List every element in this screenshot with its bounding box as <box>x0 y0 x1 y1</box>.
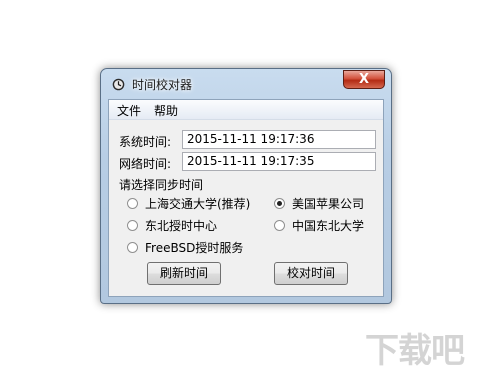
radio-indicator <box>127 241 138 253</box>
menu-file[interactable]: 文件 <box>117 102 141 119</box>
system-time-label: 系统时间: <box>119 135 172 149</box>
client-area: 文件 帮助 系统时间: 2015-11-11 19:17:36 网络时间: 20… <box>108 99 384 297</box>
network-time-label: 网络时间: <box>119 157 172 171</box>
calibrate-time-button[interactable]: 校对时间 <box>274 262 348 285</box>
radio-freebsd[interactable]: FreeBSD授时服务 <box>127 240 244 255</box>
radio-label: 东北授时中心 <box>145 218 218 233</box>
radio-label: 上海交通大学(推荐) <box>145 196 251 211</box>
radio-northeast-time-center[interactable]: 东北授时中心 <box>127 218 218 233</box>
menu-bar: 文件 帮助 <box>109 100 383 120</box>
radio-indicator <box>127 197 138 209</box>
watermark-logo: 下载吧 <box>365 331 465 371</box>
menu-help[interactable]: 帮助 <box>154 102 178 119</box>
sync-heading: 请选择同步时间 <box>119 178 204 192</box>
radio-label: FreeBSD授时服务 <box>145 240 244 255</box>
radio-apple[interactable]: 美国苹果公司 <box>274 196 365 211</box>
app-window: 时间校对器 X 文件 帮助 系统时间: 2015-11-11 19:17:36 … <box>100 68 392 304</box>
radio-shanghai-jiaotong[interactable]: 上海交通大学(推荐) <box>127 196 251 211</box>
title-bar[interactable]: 时间校对器 X <box>101 69 391 99</box>
network-time-field[interactable]: 2015-11-11 19:17:35 <box>182 152 376 171</box>
close-button[interactable]: X <box>343 70 385 89</box>
radio-indicator-selected <box>274 197 285 209</box>
radio-label: 中国东北大学 <box>292 218 365 233</box>
radio-indicator <box>274 219 285 231</box>
radio-indicator <box>127 219 138 231</box>
system-time-field[interactable]: 2015-11-11 19:17:36 <box>182 130 376 149</box>
refresh-time-button[interactable]: 刷新时间 <box>147 262 221 285</box>
radio-northeastern-university[interactable]: 中国东北大学 <box>274 218 365 233</box>
radio-label: 美国苹果公司 <box>292 196 365 211</box>
window-title: 时间校对器 <box>132 78 193 92</box>
clock-icon <box>112 78 125 91</box>
